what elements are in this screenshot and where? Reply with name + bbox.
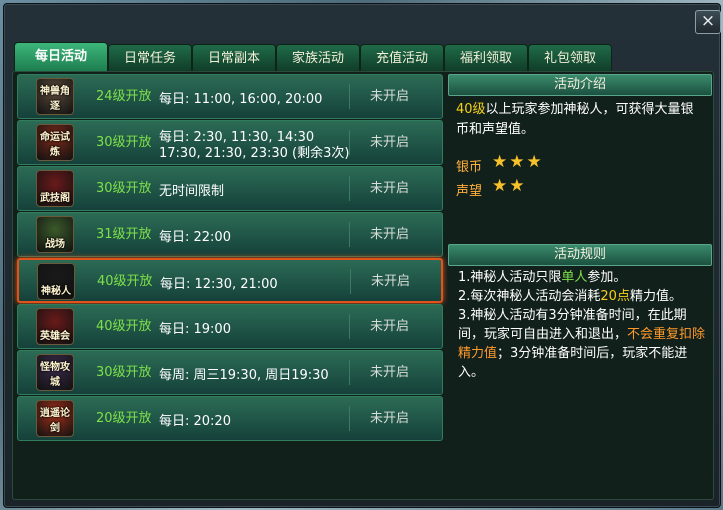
- activity-level: 30级开放: [96, 135, 152, 150]
- activity-row[interactable]: 武技阁 30级开放 无时间限制 未开启: [17, 166, 443, 211]
- intro-header: 活动介绍: [448, 74, 712, 96]
- rule-2: 2.每次神秘人活动会消耗20点精力值。: [458, 289, 682, 304]
- activity-level: 24级开放: [96, 89, 152, 104]
- row-divider: [349, 176, 350, 201]
- activity-icon: 神秘人: [37, 263, 75, 300]
- tab-6[interactable]: 福利领取: [444, 44, 528, 73]
- activity-time: 无时间限制: [159, 184, 225, 199]
- activity-row[interactable]: 逍遥论剑 20级开放 每日: 20:20 未开启: [17, 396, 443, 441]
- tab-5[interactable]: 充值活动: [360, 44, 444, 73]
- activity-time: 每日: 11:00, 16:00, 20:00: [159, 92, 323, 107]
- tab-7[interactable]: 礼包领取: [528, 44, 612, 73]
- activity-time: 每日: 20:20: [159, 414, 231, 429]
- activity-status: 未开启: [371, 274, 411, 289]
- activity-status: 未开启: [370, 411, 410, 426]
- activity-icon: 命运试炼: [36, 124, 74, 161]
- intro-level: 40级: [456, 102, 486, 117]
- tab-2[interactable]: 日常任务: [108, 44, 192, 73]
- tab-4[interactable]: 家族活动: [276, 44, 360, 73]
- activity-time: 每日: 12:30, 21:00: [160, 277, 278, 292]
- activity-row[interactable]: 英雄会 40级开放 每日: 19:00 未开启: [17, 304, 443, 349]
- activity-status: 未开启: [370, 319, 410, 334]
- row-divider: [349, 84, 350, 109]
- activity-level: 40级开放: [96, 319, 152, 334]
- activity-status: 未开启: [370, 135, 410, 150]
- activity-level: 40级开放: [97, 274, 153, 289]
- intro-description: 以上玩家参加神秘人，可获得大量银币和声望值。: [456, 102, 694, 137]
- activity-status: 未开启: [370, 365, 410, 380]
- intro-text: 40级以上玩家参加神秘人，可获得大量银币和声望值。: [456, 100, 706, 140]
- row-divider: [349, 314, 350, 339]
- close-button[interactable]: ×: [695, 10, 721, 34]
- tab-3[interactable]: 日常副本: [192, 44, 276, 73]
- activity-row[interactable]: 怪物攻城 30级开放 每周: 周三19:30, 周日19:30 未开启: [17, 350, 443, 395]
- activity-status: 未开启: [370, 227, 410, 242]
- activity-icon: 武技阁: [36, 170, 74, 207]
- activity-icon: 怪物攻城: [36, 354, 74, 391]
- activity-row[interactable]: 命运试炼 30级开放 每日: 2:30, 11:30, 14:30 17:30, 21…: [17, 120, 443, 165]
- activity-status: 未开启: [370, 181, 410, 196]
- row-divider: [349, 222, 350, 247]
- row-divider: [349, 360, 350, 385]
- activity-row[interactable]: 神兽角逐 24级开放 每日: 11:00, 16:00, 20:00 未开启: [17, 74, 443, 119]
- tab-1[interactable]: 每日活动: [14, 42, 108, 73]
- row-divider: [349, 130, 350, 155]
- reward-stars-prestige: ★★: [492, 176, 527, 196]
- activity-icon: 神兽角逐: [36, 78, 74, 115]
- activity-level: 31级开放: [96, 227, 152, 242]
- activity-time: 17:30, 21:30, 23:30 (剩余3次): [159, 146, 350, 161]
- activity-row[interactable]: 神秘人 40级开放 每日: 12:30, 21:00 未开启: [17, 258, 443, 303]
- rules-header: 活动规则: [448, 244, 712, 266]
- row-divider: [349, 406, 350, 431]
- reward-stars-silver: ★★★: [492, 152, 544, 172]
- activity-time: 每日: 19:00: [159, 322, 231, 337]
- rule-1: 1.神秘人活动只限单人参加。: [458, 270, 627, 285]
- activity-time: 每周: 周三19:30, 周日19:30: [159, 368, 329, 383]
- activity-icon: 英雄会: [36, 308, 74, 345]
- activity-level: 30级开放: [96, 181, 152, 196]
- activity-icon: 战场: [36, 216, 74, 253]
- activity-icon: 逍遥论剑: [36, 400, 74, 437]
- rules-text: 1.神秘人活动只限单人参加。 2.每次神秘人活动会消耗20点精力值。 3.神秘人…: [458, 268, 708, 382]
- reward-label-prestige: 声望: [456, 184, 483, 199]
- reward-label-silver: 银币: [456, 160, 483, 175]
- activity-row[interactable]: 战场 31级开放 每日: 22:00 未开启: [17, 212, 443, 257]
- activity-status: 未开启: [370, 89, 410, 104]
- rule-3: 3.神秘人活动有3分钟准备时间，在此期间，玩家可自由进入和退出，不会重复扣除精力…: [458, 308, 706, 380]
- activity-level: 30级开放: [96, 365, 152, 380]
- activity-time: 每日: 22:00: [159, 230, 231, 245]
- row-divider: [350, 269, 351, 294]
- activity-level: 20级开放: [96, 411, 152, 426]
